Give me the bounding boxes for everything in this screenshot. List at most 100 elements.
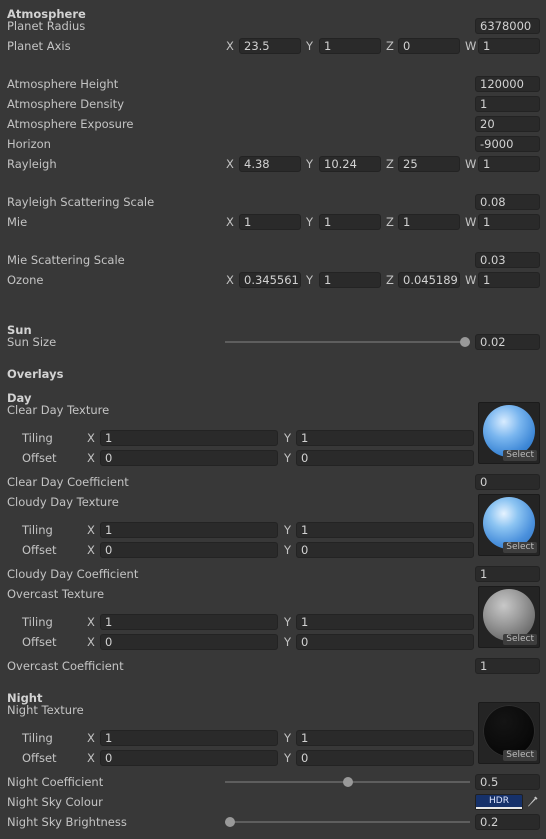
atmosphere-exposure-label: Atmosphere Exposure	[7, 117, 134, 131]
horizon-field[interactable]: -9000	[475, 136, 540, 152]
axis-y-label: Y	[306, 215, 314, 229]
select-button[interactable]: Select	[503, 634, 537, 645]
select-button[interactable]: Select	[503, 750, 537, 761]
hdr-badge: HDR	[489, 796, 509, 806]
atmosphere-height-field[interactable]: 120000	[475, 76, 540, 92]
sun-size-field[interactable]: 0.02	[475, 334, 540, 350]
axis-x-label: X	[87, 751, 95, 765]
mie-z-field[interactable]: 1	[398, 214, 460, 230]
mie-w-field[interactable]: 1	[478, 214, 540, 230]
night-coefficient-field[interactable]: 0.5	[475, 774, 540, 790]
night-tiling-label: Tiling	[22, 731, 53, 745]
night-tiling-y-field[interactable]: 1	[296, 730, 474, 746]
mie-label: Mie	[7, 215, 28, 229]
night-texture-label: Night Texture	[7, 703, 84, 717]
night-sky-brightness-field[interactable]: 0.2	[475, 814, 540, 830]
axis-w-label: W	[465, 215, 477, 229]
overcast-coefficient-field[interactable]: 1	[475, 658, 540, 674]
clear-day-tiling-x-field[interactable]: 1	[100, 430, 278, 446]
axis-y-label: Y	[284, 543, 292, 557]
axis-y-label: Y	[306, 273, 314, 287]
cloudy-day-tiling-y-field[interactable]: 1	[296, 522, 474, 538]
overcast-tiling-x-field[interactable]: 1	[100, 614, 278, 630]
mie-x-field[interactable]: 1	[239, 214, 301, 230]
overcast-texture-slot[interactable]: Select	[478, 586, 540, 648]
mie-y-field[interactable]: 1	[319, 214, 381, 230]
section-header-overlays: Overlays	[7, 367, 64, 381]
atmosphere-exposure-field[interactable]: 20	[475, 116, 540, 132]
clear-day-texture-slot[interactable]: Select	[478, 402, 540, 464]
night-sky-brightness-slider-knob[interactable]	[225, 817, 235, 827]
select-button[interactable]: Select	[503, 450, 537, 461]
atmosphere-density-label: Atmosphere Density	[7, 97, 124, 111]
mie-scale-label: Mie Scattering Scale	[7, 253, 125, 267]
axis-y-label: Y	[284, 523, 292, 537]
overcast-tiling-y-field[interactable]: 1	[296, 614, 474, 630]
night-sky-colour-label: Night Sky Colour	[7, 795, 103, 809]
planet-axis-z-field[interactable]: 0	[398, 38, 460, 54]
axis-y-label: Y	[284, 731, 292, 745]
night-texture-slot[interactable]: Select	[478, 702, 540, 764]
cloudy-day-coefficient-field[interactable]: 1	[475, 566, 540, 582]
axis-z-label: Z	[386, 273, 394, 287]
overcast-offset-y-field[interactable]: 0	[296, 634, 474, 650]
mie-scale-field[interactable]: 0.03	[475, 252, 540, 268]
clear-day-texture-label: Clear Day Texture	[7, 403, 110, 417]
eyedropper-icon[interactable]	[525, 794, 540, 810]
cloudy-day-tiling-label: Tiling	[22, 523, 53, 537]
night-sky-brightness-slider-track[interactable]	[225, 821, 470, 823]
axis-y-label: Y	[284, 431, 292, 445]
axis-z-label: Z	[386, 157, 394, 171]
rayleigh-scale-label: Rayleigh Scattering Scale	[7, 195, 155, 209]
alpha-bar	[476, 807, 522, 809]
axis-z-label: Z	[386, 215, 394, 229]
sun-size-slider-track[interactable]	[225, 341, 470, 343]
planet-axis-w-field[interactable]: 1	[478, 38, 540, 54]
rayleigh-scale-field[interactable]: 0.08	[475, 194, 540, 210]
cloudy-day-tiling-x-field[interactable]: 1	[100, 522, 278, 538]
rayleigh-y-field[interactable]: 10.24	[319, 156, 381, 172]
night-offset-x-field[interactable]: 0	[100, 750, 278, 766]
planet-axis-x-field[interactable]: 23.5	[239, 38, 301, 54]
night-sky-colour-swatch[interactable]: HDR	[475, 794, 523, 810]
ozone-x-field[interactable]: 0.345561	[239, 272, 301, 288]
axis-x-label: X	[87, 523, 95, 537]
ozone-z-field[interactable]: 0.045189	[398, 272, 460, 288]
night-sky-brightness-label: Night Sky Brightness	[7, 815, 127, 829]
ozone-w-field[interactable]: 1	[478, 272, 540, 288]
cloudy-day-texture-slot[interactable]: Select	[478, 494, 540, 556]
planet-axis-y-field[interactable]: 1	[319, 38, 381, 54]
night-offset-label: Offset	[22, 751, 57, 765]
night-offset-y-field[interactable]: 0	[296, 750, 474, 766]
ozone-y-field[interactable]: 1	[319, 272, 381, 288]
cloudy-day-offset-y-field[interactable]: 0	[296, 542, 474, 558]
rayleigh-z-field[interactable]: 25	[398, 156, 460, 172]
overcast-tiling-label: Tiling	[22, 615, 53, 629]
clear-day-offset-x-field[interactable]: 0	[100, 450, 278, 466]
axis-x-label: X	[87, 431, 95, 445]
axis-w-label: W	[465, 273, 477, 287]
rayleigh-w-field[interactable]: 1	[478, 156, 540, 172]
overcast-offset-x-field[interactable]: 0	[100, 634, 278, 650]
cloudy-day-texture-label: Cloudy Day Texture	[7, 495, 119, 509]
axis-x-label: X	[226, 39, 234, 53]
axis-y-label: Y	[306, 39, 314, 53]
cloudy-day-offset-x-field[interactable]: 0	[100, 542, 278, 558]
clear-day-offset-y-field[interactable]: 0	[296, 450, 474, 466]
cloudy-day-coefficient-label: Cloudy Day Coefficient	[7, 567, 139, 581]
clear-day-coefficient-field[interactable]: 0	[475, 474, 540, 490]
select-button[interactable]: Select	[503, 542, 537, 553]
sun-size-slider-knob[interactable]	[460, 337, 470, 347]
axis-y-label: Y	[284, 615, 292, 629]
atmosphere-density-field[interactable]: 1	[475, 96, 540, 112]
clear-day-tiling-label: Tiling	[22, 431, 53, 445]
night-tiling-x-field[interactable]: 1	[100, 730, 278, 746]
planet-radius-field[interactable]: 6378000	[475, 18, 540, 34]
planet-radius-label: Planet Radius	[7, 19, 86, 33]
rayleigh-x-field[interactable]: 4.38	[239, 156, 301, 172]
axis-x-label: X	[87, 635, 95, 649]
night-coefficient-slider-knob[interactable]	[342, 777, 353, 787]
clear-day-offset-label: Offset	[22, 451, 57, 465]
sun-size-label: Sun Size	[7, 335, 57, 349]
clear-day-tiling-y-field[interactable]: 1	[296, 430, 474, 446]
